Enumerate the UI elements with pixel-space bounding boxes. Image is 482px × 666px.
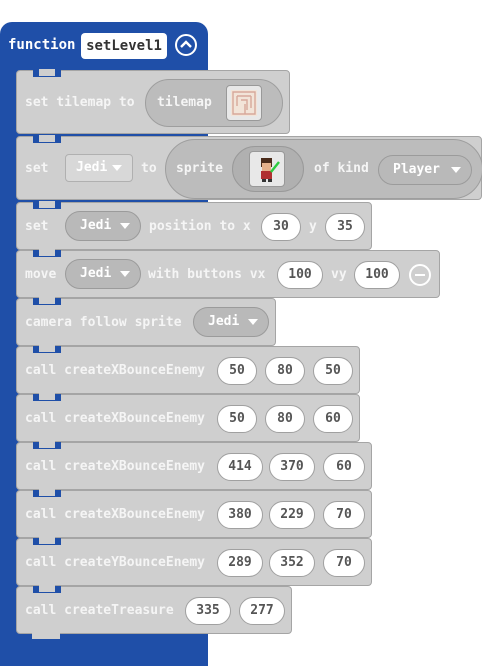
call-label: call createXBounceEnemy [25, 363, 206, 378]
argument-input[interactable]: 80 [265, 357, 305, 385]
y-input[interactable]: 35 [325, 213, 365, 241]
sprite-image-pill[interactable] [232, 146, 304, 192]
sprite-variable-dropdown[interactable]: Jedi [65, 211, 141, 241]
call-label: call createYBounceEnemy [25, 555, 206, 570]
of-kind-label: of kind [314, 161, 369, 176]
argument-input[interactable]: 70 [323, 549, 365, 577]
vy-label: vy [331, 267, 347, 282]
block-notch [33, 249, 61, 257]
block-notch [33, 69, 61, 77]
chevron-down-icon [451, 167, 461, 173]
call-function-block[interactable]: call createTreasure 335 277 [16, 585, 292, 634]
variable-name: Jedi [76, 160, 108, 175]
sprite-label: sprite [176, 161, 223, 176]
call-label: call createXBounceEnemy [25, 507, 206, 522]
argument-input[interactable]: 335 [185, 597, 231, 625]
variable-name: Jedi [80, 218, 112, 233]
sprite-thumbnail-icon[interactable] [249, 151, 285, 187]
call-function-block[interactable]: call createXBounceEnemy 414 370 60 [16, 441, 372, 490]
remove-arguments-icon[interactable] [409, 264, 431, 286]
argument-input[interactable]: 289 [217, 549, 263, 577]
sprite-variable-dropdown[interactable]: Jedi [65, 259, 141, 289]
position-label: position to x [149, 219, 251, 234]
set-tilemap-block[interactable]: set tilemap to tilemap [16, 69, 290, 134]
move-label: move [25, 267, 57, 282]
sprite-variable-dropdown[interactable]: Jedi [65, 154, 133, 182]
set-sprite-block[interactable]: set Jedi to sprite of kind Player [16, 135, 482, 200]
vx-input[interactable]: 100 [277, 261, 323, 289]
call-function-block[interactable]: call createXBounceEnemy 50 80 60 [16, 393, 360, 442]
chevron-down-icon [120, 223, 130, 229]
set-tilemap-label: set tilemap to [25, 95, 135, 110]
vy-input[interactable]: 100 [354, 261, 400, 289]
chevron-down-icon [112, 165, 122, 171]
tilemap-pill[interactable]: tilemap [145, 79, 283, 127]
call-label: call createXBounceEnemy [25, 459, 206, 474]
tilemap-pill-label: tilemap [157, 95, 212, 110]
block-notch [33, 585, 61, 593]
set-label: set [25, 161, 49, 176]
block-notch [33, 393, 61, 401]
camera-follow-block[interactable]: camera follow sprite Jedi [16, 297, 276, 346]
set-label: set [25, 219, 49, 234]
argument-input[interactable]: 414 [217, 453, 263, 481]
y-label: y [309, 219, 317, 234]
chevron-down-icon [248, 319, 258, 325]
argument-input[interactable]: 50 [217, 357, 257, 385]
argument-input[interactable]: 80 [265, 405, 305, 433]
x-input[interactable]: 30 [261, 213, 301, 241]
block-notch [33, 297, 61, 305]
block-notch [33, 201, 61, 209]
argument-input[interactable]: 70 [323, 501, 365, 529]
kind-value: Player [393, 162, 440, 177]
block-notch [33, 441, 61, 449]
collapse-icon[interactable] [175, 34, 197, 56]
sprite-variable-dropdown[interactable]: Jedi [193, 307, 269, 337]
argument-input[interactable]: 60 [323, 453, 365, 481]
set-position-block[interactable]: set Jedi position to x 30 y 35 [16, 201, 372, 250]
block-notch [33, 345, 61, 353]
argument-input[interactable]: 370 [269, 453, 315, 481]
block-notch [33, 135, 61, 143]
call-function-block[interactable]: call createYBounceEnemy 289 352 70 [16, 537, 372, 586]
move-with-buttons-block[interactable]: move Jedi with buttons vx 100 vy 100 [16, 249, 440, 298]
with-buttons-label: with buttons vx [148, 267, 266, 282]
sprite-of-kind-pill[interactable]: sprite of kind Player [165, 139, 482, 199]
argument-input[interactable]: 60 [313, 405, 353, 433]
block-bottom-notch [32, 632, 60, 639]
function-keyword: function [8, 37, 76, 53]
argument-input[interactable]: 277 [239, 597, 285, 625]
argument-input[interactable]: 229 [269, 501, 315, 529]
argument-input[interactable]: 50 [313, 357, 353, 385]
call-function-block[interactable]: call createXBounceEnemy 50 80 50 [16, 345, 360, 394]
variable-name: Jedi [80, 266, 112, 281]
function-name-field[interactable]: setLevel1 [81, 33, 167, 59]
camera-follow-label: camera follow sprite [25, 315, 182, 330]
variable-name: Jedi [208, 314, 240, 329]
kind-dropdown[interactable]: Player [378, 155, 472, 185]
chevron-down-icon [120, 271, 130, 277]
argument-input[interactable]: 380 [217, 501, 263, 529]
argument-input[interactable]: 50 [217, 405, 257, 433]
tilemap-thumbnail-icon[interactable] [226, 85, 262, 121]
block-notch [33, 537, 61, 545]
block-notch [33, 489, 61, 497]
call-label: call createXBounceEnemy [25, 411, 206, 426]
to-label: to [141, 161, 157, 176]
call-function-block[interactable]: call createXBounceEnemy 380 229 70 [16, 489, 372, 538]
argument-input[interactable]: 352 [269, 549, 315, 577]
call-label: call createTreasure [25, 603, 174, 618]
